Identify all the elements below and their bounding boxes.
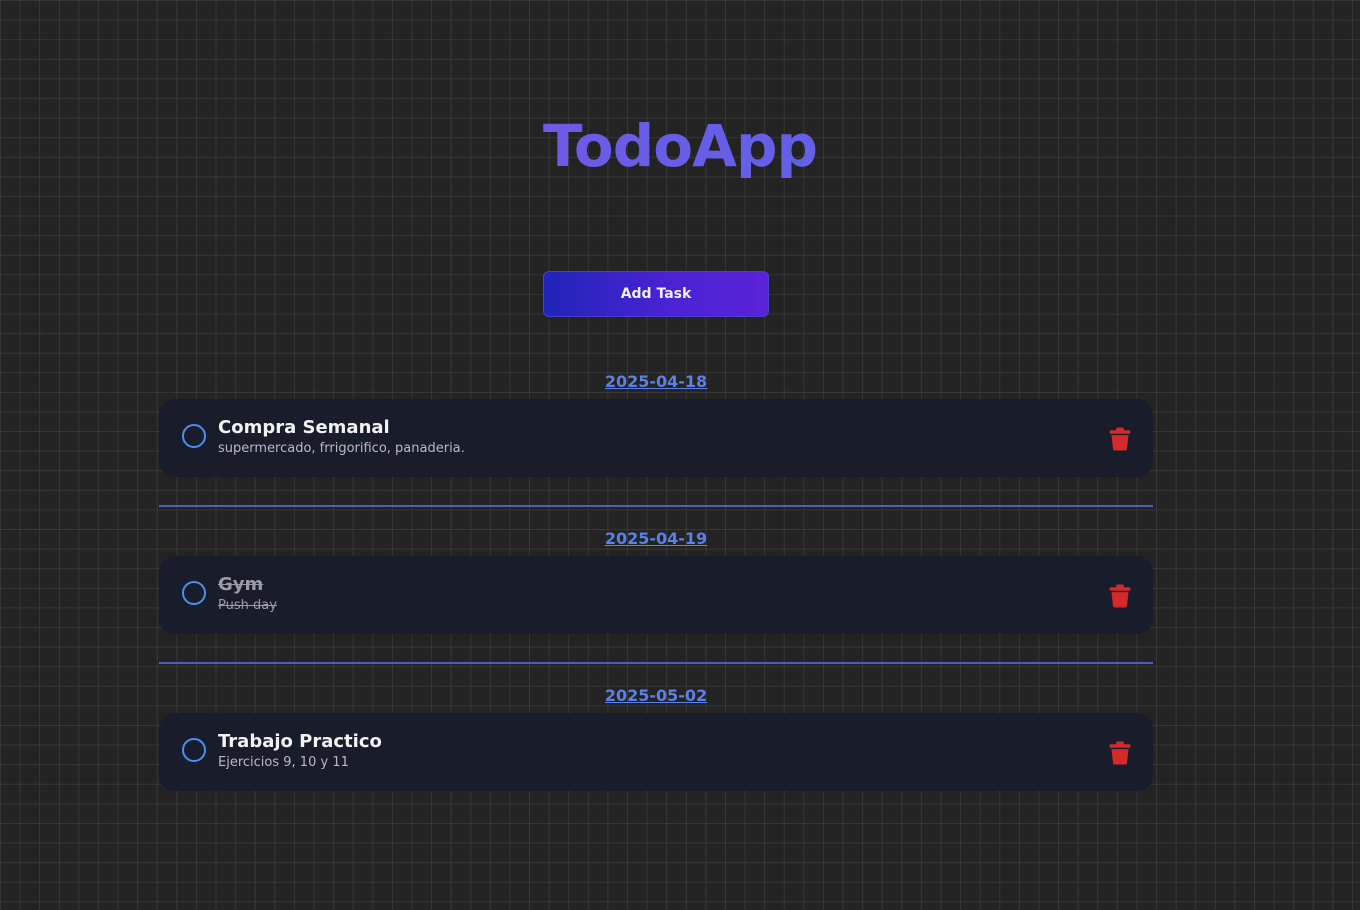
date-group: 2025-05-02 Trabajo Practico Ejercicios 9…: [159, 685, 1153, 791]
date-link[interactable]: 2025-04-18: [605, 372, 707, 391]
date-link[interactable]: 2025-04-19: [605, 529, 707, 548]
task-description: supermercado, frrigorifico, panaderia.: [218, 441, 465, 456]
add-task-button[interactable]: Add Task: [543, 271, 769, 317]
trash-icon[interactable]: [1109, 427, 1131, 451]
task-text: Trabajo Practico Ejercicios 9, 10 y 11: [218, 730, 382, 772]
divider: [159, 505, 1153, 507]
date-heading: 2025-04-18: [159, 371, 1153, 393]
task-text: Gym Push day: [218, 573, 277, 615]
task-description: Push day: [218, 598, 277, 613]
trash-icon[interactable]: [1109, 584, 1131, 608]
task-title: Compra Semanal: [218, 417, 390, 438]
date-link[interactable]: 2025-05-02: [605, 686, 707, 705]
task-card: Gym Push day: [159, 556, 1153, 634]
date-heading: 2025-04-19: [159, 528, 1153, 550]
date-heading: 2025-05-02: [159, 685, 1153, 707]
divider: [159, 662, 1153, 664]
task-text: Compra Semanal supermercado, frrigorific…: [218, 416, 465, 458]
app-title: TodoApp: [0, 108, 1360, 184]
task-description: Ejercicios 9, 10 y 11: [218, 755, 349, 770]
date-group: 2025-04-18 Compra Semanal supermercado, …: [159, 371, 1153, 507]
circle-outline-icon[interactable]: [182, 738, 206, 762]
date-group: 2025-04-19 Gym Push day: [159, 528, 1153, 664]
trash-icon[interactable]: [1109, 741, 1131, 765]
task-title: Trabajo Practico: [218, 731, 382, 752]
circle-outline-icon[interactable]: [182, 424, 206, 448]
task-card: Compra Semanal supermercado, frrigorific…: [159, 399, 1153, 477]
circle-outline-icon[interactable]: [182, 581, 206, 605]
task-title: Gym: [218, 574, 264, 595]
task-card: Trabajo Practico Ejercicios 9, 10 y 11: [159, 713, 1153, 791]
